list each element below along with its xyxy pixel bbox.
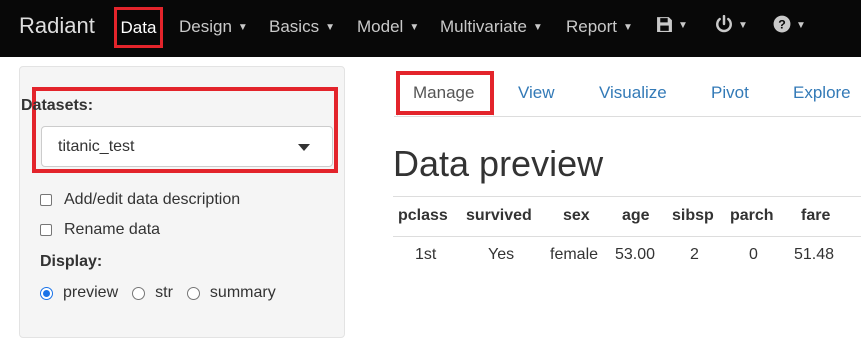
tabs-underline [394,116,861,117]
tab-manage-label[interactable]: Manage [413,83,474,103]
nav-menu-design[interactable]: Design ▼ [179,17,248,37]
nav-menu-basics[interactable]: Basics ▼ [269,17,335,37]
nav-menu-multivariate[interactable]: Multivariate ▼ [440,17,543,37]
checkbox-rename-data[interactable]: Rename data [40,221,160,239]
checkbox-add-edit-description[interactable]: Add/edit data description [40,191,240,209]
save-icon [657,17,672,32]
nav-menu-save[interactable]: ▼ [656,15,688,36]
nav-menu-design-label: Design [179,17,232,36]
radio-str[interactable]: str [132,284,173,302]
nav-menu-model[interactable]: Model ▼ [357,17,419,37]
table-cell: 0 [749,246,758,263]
chevron-down-icon [298,144,310,151]
power-icon [716,14,732,33]
table-header-age: age [622,207,650,224]
table-cell: Yes [488,246,515,263]
table-cell: 2 [690,246,699,263]
caret-down-icon: ▼ [532,22,543,33]
caret-down-icon: ▼ [325,22,335,33]
caret-down-icon: ▼ [237,22,248,33]
radio-label: summary [209,284,276,301]
checkbox-icon[interactable] [40,194,52,206]
table-header-border [393,236,861,237]
caret-down-icon: ▼ [796,20,806,31]
tab-visualize[interactable]: Visualize [599,83,667,103]
radio-summary[interactable]: summary [186,284,276,302]
caret-down-icon: ▼ [409,22,420,33]
display-radio-group: preview str summary [40,284,290,302]
nav-menu-basics-label: Basics [269,17,320,36]
radio-button-selected[interactable] [40,286,53,300]
tab-explore[interactable]: Explore [793,83,851,103]
dataset-select[interactable]: titanic_test [41,126,333,167]
table-header-survived: survived [466,207,532,224]
radio-button[interactable] [132,286,146,300]
caret-down-icon: ▼ [738,20,748,31]
table-header-parch: parch [730,207,774,224]
caret-down-icon: ▼ [678,20,688,31]
table-cell: 53.00 [615,246,656,263]
radio-preview[interactable]: preview [40,284,118,302]
dataset-select-value: titanic_test [58,138,135,155]
display-label: Display: [40,253,103,270]
brand-logo[interactable]: Radiant [19,13,95,39]
caret-down-icon: ▼ [623,22,633,33]
table-cell: 1st [415,246,437,263]
nav-menu-multivariate-label: Multivariate [440,17,527,36]
question-circle-icon: ? [773,15,791,33]
table-cell: 51.48 [794,246,835,263]
table-top-border [393,196,861,197]
radio-label: str [155,284,173,301]
tab-pivot[interactable]: Pivot [711,83,749,103]
nav-menu-power[interactable]: ▼ [715,14,748,36]
svg-text:?: ? [778,18,786,32]
navbar: Radiant Data Design ▼ Basics ▼ Model ▼ Mult… [0,0,861,57]
nav-menu-report-label: Report [566,17,618,36]
table-header-fare: fare [801,207,831,224]
checkbox-label: Add/edit data description [64,191,241,208]
checkbox-label: Rename data [64,221,161,238]
radio-label: preview [63,284,119,301]
nav-menu-data[interactable]: Data [114,7,163,48]
nav-menu-report[interactable]: Report ▼ [566,17,633,37]
nav-menu-model-label: Model [357,17,404,36]
table-header-sex: sex [563,207,590,224]
page-title: Data preview [393,143,604,184]
nav-menu-data-label: Data [120,17,157,37]
table-header-pclass: pclass [398,207,448,224]
checkbox-icon[interactable] [40,224,52,236]
datasets-label: Datasets: [21,97,94,114]
radio-button[interactable] [186,286,200,300]
tab-view[interactable]: View [518,83,555,103]
table-cell: female [550,246,599,263]
nav-menu-help[interactable]: ? ▼ [773,15,806,36]
table-header-sibsp: sibsp [672,207,714,224]
